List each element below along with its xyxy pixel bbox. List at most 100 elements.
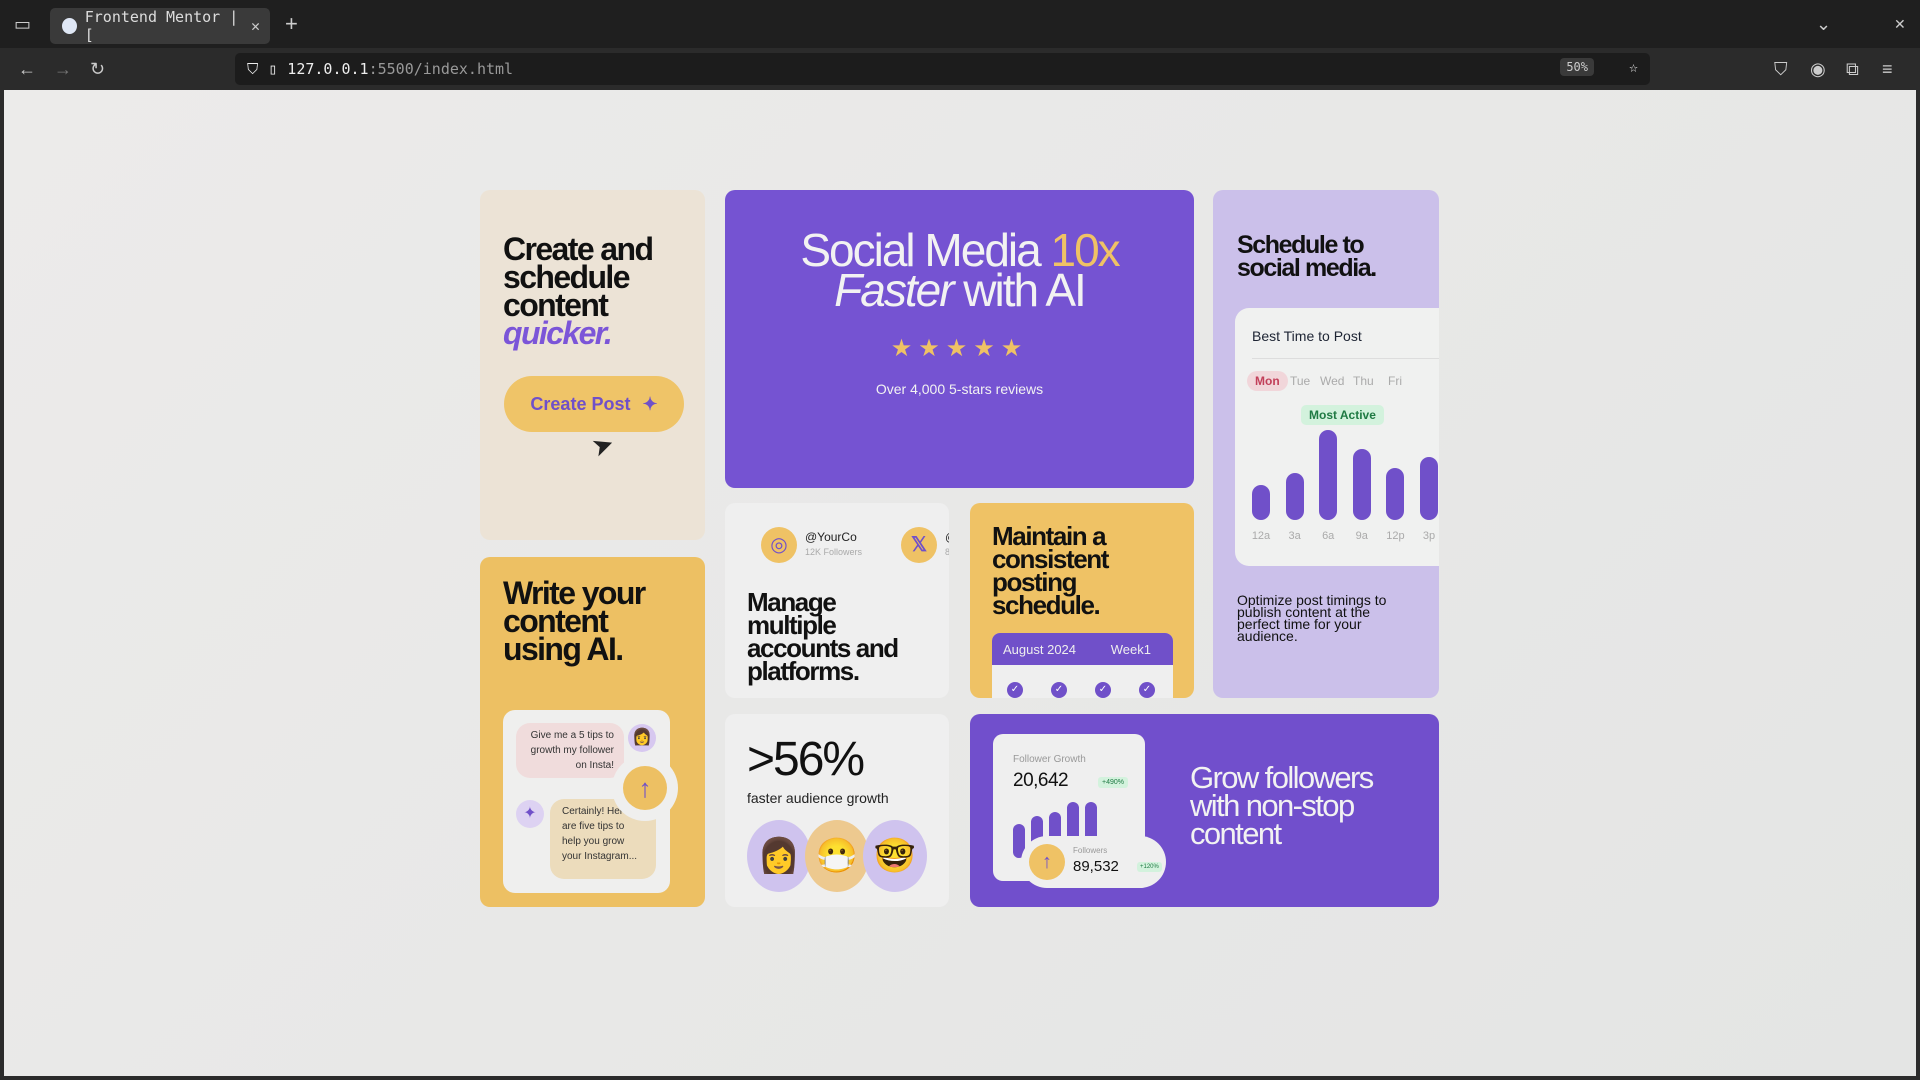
- most-active-badge: Most Active: [1301, 405, 1384, 425]
- day-tab-mon[interactable]: Mon: [1247, 371, 1288, 391]
- cursor-arrow-icon: ➤: [587, 427, 619, 463]
- time-bar-12p: [1386, 468, 1405, 520]
- pocket-icon[interactable]: ⛉: [1774, 59, 1788, 79]
- address-bar[interactable]: ⛉ ▯ 127.0.0.1:5500/index.html 50% ☆: [235, 53, 1650, 85]
- url-host: 127.0.0.1: [287, 60, 369, 78]
- page-icon: ▯: [268, 60, 278, 78]
- day-tab-fri[interactable]: Fri: [1388, 374, 1402, 388]
- schedule-heading: Schedule to social media.: [1237, 231, 1377, 282]
- write-heading: Write your content using AI.: [503, 575, 646, 667]
- growth-stat-card: >56% faster audience growth 👩 😷 🤓: [725, 714, 949, 907]
- browser-toolbar: ← → ↻ ⛉ ▯ 127.0.0.1:5500/index.html 50% …: [0, 48, 1920, 90]
- arrow-up-icon: ↑: [623, 766, 667, 810]
- time-label: 6a: [1322, 530, 1335, 542]
- star-icon: ★: [890, 335, 919, 362]
- rating-stars: ★★★★★: [725, 334, 1194, 363]
- manage-heading: Manage multiple accounts and platforms.: [747, 587, 899, 686]
- create-post-button[interactable]: Create Post ✦: [504, 376, 684, 432]
- growth-change-badge: +490%: [1098, 777, 1128, 788]
- create-content-card: Create and schedule content quicker. Creat…: [480, 190, 705, 540]
- time-label: 3a: [1288, 530, 1301, 542]
- calendar-header: August 2024 Week1: [992, 633, 1173, 665]
- calendar-week: Week1: [1110, 641, 1151, 657]
- followers-change-badge: +120%: [1137, 862, 1162, 872]
- star-icon: ★: [918, 335, 946, 362]
- time-bar-12a: [1252, 485, 1270, 520]
- growth-stat: >56%: [747, 733, 865, 786]
- check-icon: ✓: [1007, 682, 1023, 698]
- time-label: 12p: [1386, 530, 1405, 542]
- check-icon: ✓: [1051, 682, 1067, 698]
- account-handle: @YourCo: [805, 530, 857, 544]
- follower-growth-widget: Follower Growth 20,642 +490% ↑ Followers…: [993, 734, 1166, 888]
- star-icon: ★: [973, 335, 1001, 362]
- chevron-down-icon[interactable]: ⌄: [1816, 14, 1831, 34]
- url-path: :5500/index.html: [368, 60, 514, 78]
- schedule-description: Optimize post timings to publish content…: [1237, 592, 1387, 644]
- time-bar-6a: [1319, 430, 1338, 520]
- close-tab-icon[interactable]: ✕: [251, 17, 260, 35]
- close-window-icon[interactable]: ✕: [1894, 14, 1906, 34]
- account-handle-2: @: [945, 530, 949, 544]
- extensions-icon[interactable]: ⧉: [1846, 59, 1859, 79]
- create-heading: Create and schedule content quicker.: [503, 231, 654, 351]
- hero-card: Social Media 10x Faster with AI ★★★★★ Ov…: [725, 190, 1194, 488]
- star-icon: ★: [945, 335, 974, 362]
- user-avatar: 👩: [628, 724, 656, 752]
- new-tab-icon[interactable]: +: [285, 13, 298, 35]
- account-icon[interactable]: ◉: [1810, 59, 1826, 79]
- zoom-level[interactable]: 50%: [1560, 58, 1594, 76]
- sparkle-icon: ✦: [642, 393, 658, 414]
- page-viewport: Create and schedule content quicker. Creat…: [4, 90, 1916, 1076]
- calendar-month: August 2024: [1003, 641, 1077, 657]
- forward-icon[interactable]: →: [54, 59, 72, 79]
- schedule-card: Schedule to social media. Best Time to Po…: [1213, 190, 1439, 698]
- follower-growth-label: Follower Growth: [1013, 754, 1086, 765]
- avatar: 😷: [805, 820, 869, 892]
- followers-pill: ↑ Followers 89,532 +120%: [1021, 836, 1166, 888]
- avatar: 👩: [747, 820, 811, 892]
- followers-label: Followers: [1073, 846, 1108, 855]
- bookmark-star-icon[interactable]: ☆: [1629, 58, 1638, 76]
- account-followers-2: 8: [945, 547, 949, 557]
- browser-tab-bar: ▭ Frontend Mentor | [ ✕ + ⌄ ✕: [0, 0, 1920, 48]
- maintain-heading: Maintain a consistent posting schedule.: [992, 521, 1109, 620]
- chat-preview: Give me a 5 tips to growth my follower o…: [503, 710, 678, 893]
- day-tab-tue[interactable]: Tue: [1290, 374, 1310, 388]
- browser-tab[interactable]: Frontend Mentor | [ ✕: [50, 8, 270, 44]
- time-bar-3a: [1285, 473, 1304, 520]
- day-tab-thu[interactable]: Thu: [1353, 374, 1374, 388]
- ai-sparkle-icon: ✦: [516, 800, 544, 828]
- reload-icon[interactable]: ↻: [90, 59, 105, 79]
- hero-heading: Social Media 10x Faster with AI: [800, 224, 1120, 316]
- back-icon[interactable]: ←: [18, 59, 36, 79]
- reviews-text: Over 4,000 5-stars reviews: [875, 381, 1044, 397]
- check-icon: ✓: [1095, 682, 1111, 698]
- growth-label: faster audience growth: [747, 790, 889, 806]
- calendar-widget: August 2024 Week1 ✓ ✓ ✓ ✓: [992, 633, 1173, 698]
- instagram-icon: ◎: [761, 527, 797, 563]
- time-bar-9a: [1352, 449, 1371, 520]
- star-icon: ★: [1000, 335, 1029, 362]
- favicon-icon: [62, 18, 77, 34]
- check-icon: ✓: [1139, 682, 1155, 698]
- time-label: 9a: [1355, 530, 1368, 542]
- day-tab-wed[interactable]: Wed: [1320, 374, 1344, 388]
- create-post-label: Create Post: [530, 393, 631, 414]
- user-prompt-bubble: Give me a 5 tips to growth my follower o…: [516, 723, 624, 778]
- send-button[interactable]: ↑: [612, 755, 678, 821]
- grow-heading: Grow followers with non-stop content: [1190, 760, 1374, 851]
- time-label: 3p: [1422, 530, 1436, 542]
- shield-icon[interactable]: ⛉: [247, 60, 258, 78]
- menu-icon[interactable]: ≡: [1882, 59, 1893, 79]
- tab-overview-icon[interactable]: ▭: [14, 14, 31, 34]
- avatar: 🤓: [863, 820, 927, 892]
- tab-title: Frontend Mentor | [: [84, 8, 239, 44]
- arrow-up-icon: ↑: [1029, 844, 1065, 880]
- time-bar-3p: [1420, 457, 1438, 520]
- manage-accounts-card: ◎ @YourCo 12K Followers 𝕏 @ 8 Managemult…: [725, 503, 949, 698]
- account-followers: 12K Followers: [805, 547, 863, 557]
- followers-count: 89,532: [1073, 858, 1119, 875]
- chart-title: Best Time to Post: [1252, 328, 1362, 344]
- time-label: 12a: [1251, 530, 1271, 542]
